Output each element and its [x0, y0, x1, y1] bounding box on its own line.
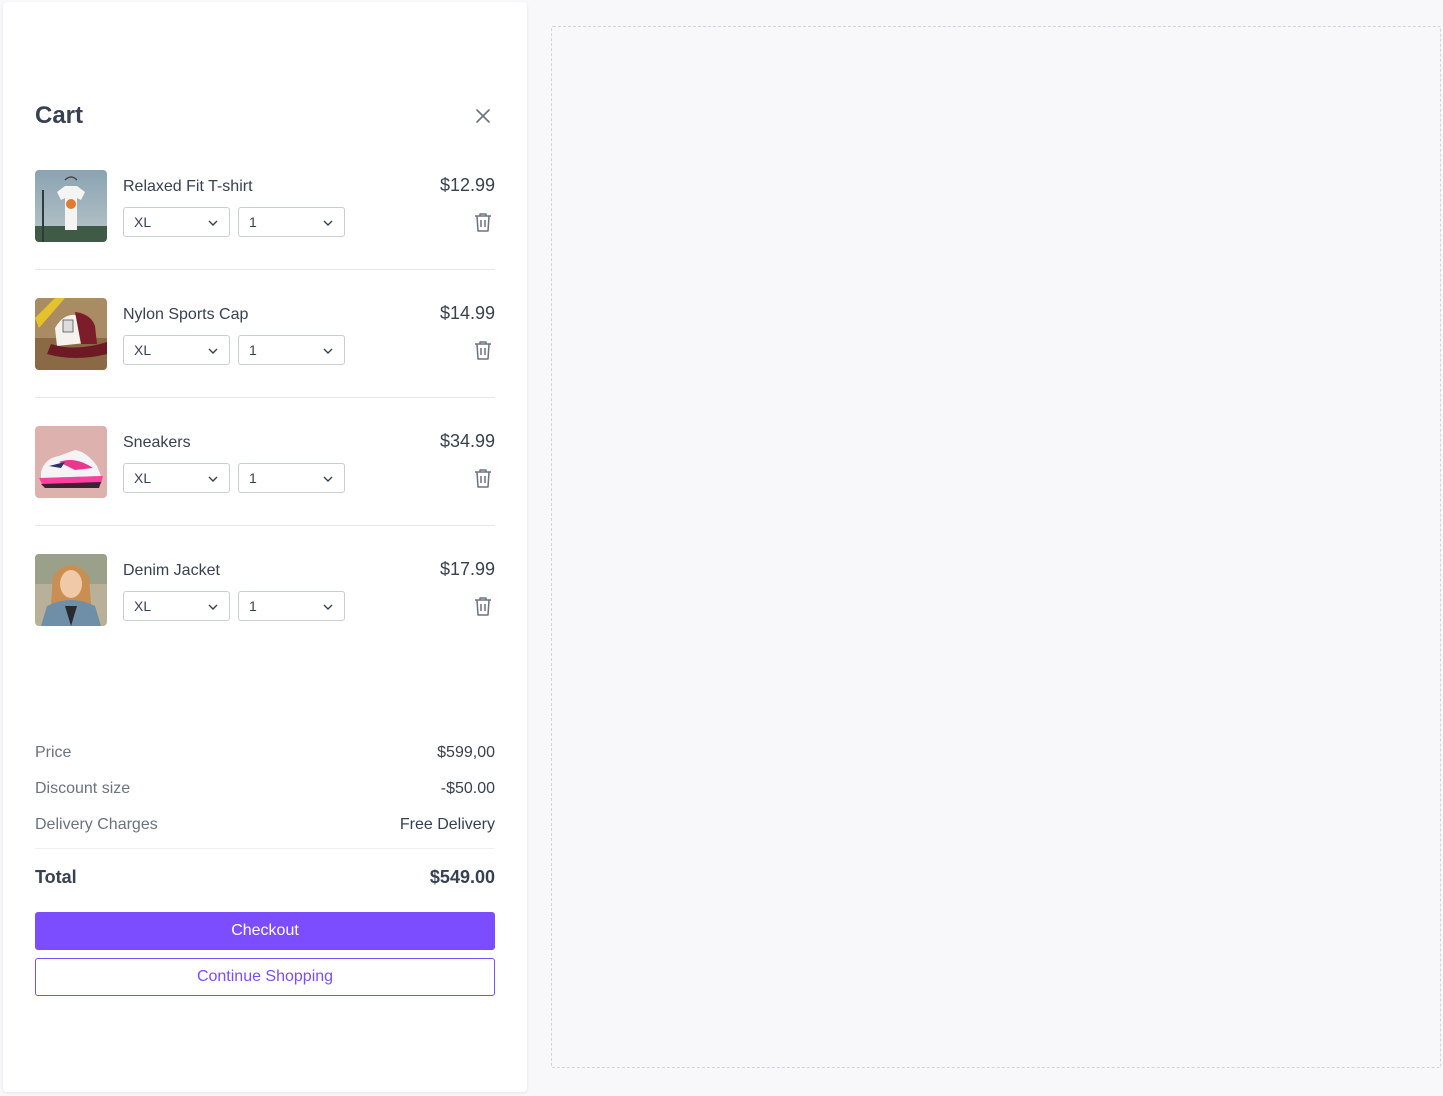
item-price: $14.99: [439, 303, 495, 323]
size-value: XL: [134, 342, 152, 358]
total-row: Total $549.00: [35, 864, 495, 890]
total-value: $549.00: [429, 867, 495, 887]
discount-value: -$50.00: [440, 780, 495, 797]
cart-title: Cart: [35, 102, 84, 129]
cart-drawer: Cart Relaxed Fit T-shirt XL 1 $12.99 Nyl…: [3, 2, 527, 1092]
continue-shopping-button[interactable]: Continue Shopping: [35, 958, 495, 996]
size-select[interactable]: XL: [123, 591, 230, 621]
cart-item: Nylon Sports Cap XL 1 $14.99: [35, 298, 495, 426]
chevron-down-icon: [323, 348, 333, 354]
cart-header: Cart: [35, 100, 495, 132]
remove-item-button[interactable]: [473, 467, 493, 489]
size-value: XL: [134, 598, 152, 614]
size-select[interactable]: XL: [123, 335, 230, 365]
cap-thumbnail: [35, 298, 107, 370]
jacket-thumbnail: [35, 554, 107, 626]
content-placeholder: [551, 26, 1441, 1068]
price-row: Price $599,00: [35, 742, 495, 764]
price-value: $599,00: [437, 744, 495, 761]
close-icon: [476, 109, 490, 123]
item-price: $17.99: [439, 559, 495, 579]
quantity-value: 1: [249, 470, 257, 486]
quantity-value: 1: [249, 342, 257, 358]
item-divider: [35, 397, 495, 398]
chevron-down-icon: [323, 476, 333, 482]
close-button[interactable]: [471, 104, 495, 128]
quantity-value: 1: [249, 214, 257, 230]
discount-row: Discount size -$50.00: [35, 778, 495, 800]
quantity-select[interactable]: 1: [238, 591, 345, 621]
cart-item: Sneakers XL 1 $34.99: [35, 426, 495, 554]
quantity-value: 1: [249, 598, 257, 614]
chevron-down-icon: [208, 604, 218, 610]
size-select[interactable]: XL: [123, 207, 230, 237]
summary-divider: [35, 848, 495, 849]
item-name: Relaxed Fit T-shirt: [123, 178, 253, 195]
trash-icon: [475, 597, 491, 616]
item-name: Sneakers: [123, 434, 191, 451]
total-label: Total: [35, 867, 77, 887]
remove-item-button[interactable]: [473, 595, 493, 617]
delivery-value: Free Delivery: [399, 816, 495, 833]
quantity-select[interactable]: 1: [238, 463, 345, 493]
item-name: Nylon Sports Cap: [123, 306, 249, 323]
size-value: XL: [134, 214, 152, 230]
quantity-select[interactable]: 1: [238, 335, 345, 365]
page: Cart Relaxed Fit T-shirt XL 1 $12.99 Nyl…: [0, 0, 1443, 1096]
checkout-button[interactable]: Checkout: [35, 912, 495, 950]
chevron-down-icon: [323, 220, 333, 226]
delivery-label: Delivery Charges: [35, 816, 158, 833]
tshirt-thumbnail: [35, 170, 107, 242]
cart-item: Relaxed Fit T-shirt XL 1 $12.99: [35, 170, 495, 298]
trash-icon: [475, 341, 491, 360]
item-price: $34.99: [439, 431, 495, 451]
trash-icon: [475, 469, 491, 488]
chevron-down-icon: [323, 604, 333, 610]
item-name: Denim Jacket: [123, 562, 220, 579]
chevron-down-icon: [208, 348, 218, 354]
size-select[interactable]: XL: [123, 463, 230, 493]
price-label: Price: [35, 744, 72, 761]
quantity-select[interactable]: 1: [238, 207, 345, 237]
remove-item-button[interactable]: [473, 339, 493, 361]
chevron-down-icon: [208, 476, 218, 482]
item-price: $12.99: [439, 175, 495, 195]
item-divider: [35, 269, 495, 270]
discount-label: Discount size: [35, 780, 131, 797]
sneakers-thumbnail: [35, 426, 107, 498]
trash-icon: [475, 213, 491, 232]
chevron-down-icon: [208, 220, 218, 226]
item-divider: [35, 525, 495, 526]
remove-item-button[interactable]: [473, 211, 493, 233]
delivery-row: Delivery Charges Free Delivery: [35, 814, 495, 836]
cart-item: Denim Jacket XL 1 $17.99: [35, 554, 495, 682]
size-value: XL: [134, 470, 152, 486]
